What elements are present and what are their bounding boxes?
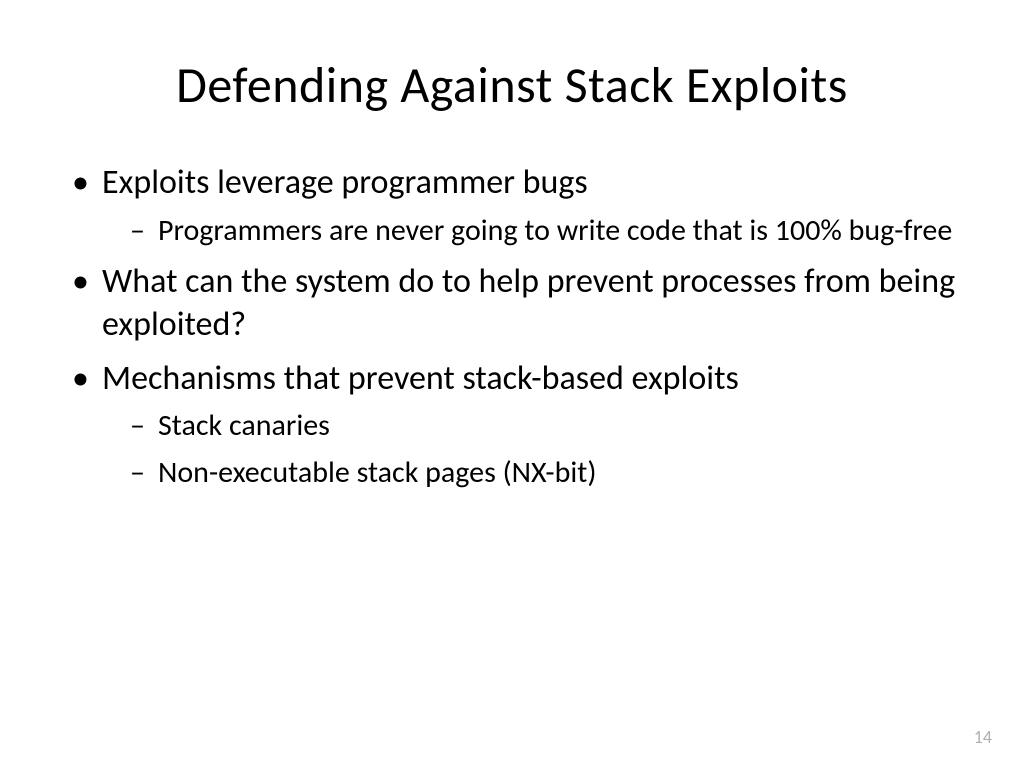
sub-bullet-list: Programmers are never going to write cod… <box>102 211 974 250</box>
page-number: 14 <box>974 726 992 748</box>
bullet-text: Exploits leverage programmer bugs <box>102 162 588 203</box>
sub-bullet-text: Non-executable stack pages (NX-bit) <box>158 454 596 491</box>
sub-bullet-item: Non-executable stack pages (NX-bit) <box>130 453 974 492</box>
slide-title: Defending Against Stack Exploits <box>50 55 974 116</box>
sub-bullet-text: Programmers are never going to write cod… <box>158 212 952 249</box>
bullet-text: Mechanisms that prevent stack-based expl… <box>102 358 739 399</box>
sub-bullet-item: Stack canaries <box>130 406 974 445</box>
bullet-item: What can the system do to help prevent p… <box>70 260 974 347</box>
sub-bullet-text: Stack canaries <box>158 407 330 444</box>
bullet-item: Exploits leverage programmer bugs Progra… <box>70 161 974 250</box>
slide: Defending Against Stack Exploits Exploit… <box>0 0 1024 768</box>
sub-bullet-item: Programmers are never going to write cod… <box>130 211 974 250</box>
slide-content: Exploits leverage programmer bugs Progra… <box>50 161 974 492</box>
bullet-item: Mechanisms that prevent stack-based expl… <box>70 357 974 493</box>
bullet-text: What can the system do to help prevent p… <box>102 261 955 346</box>
bullet-list: Exploits leverage programmer bugs Progra… <box>70 161 974 492</box>
sub-bullet-list: Stack canaries Non-executable stack page… <box>102 406 974 492</box>
